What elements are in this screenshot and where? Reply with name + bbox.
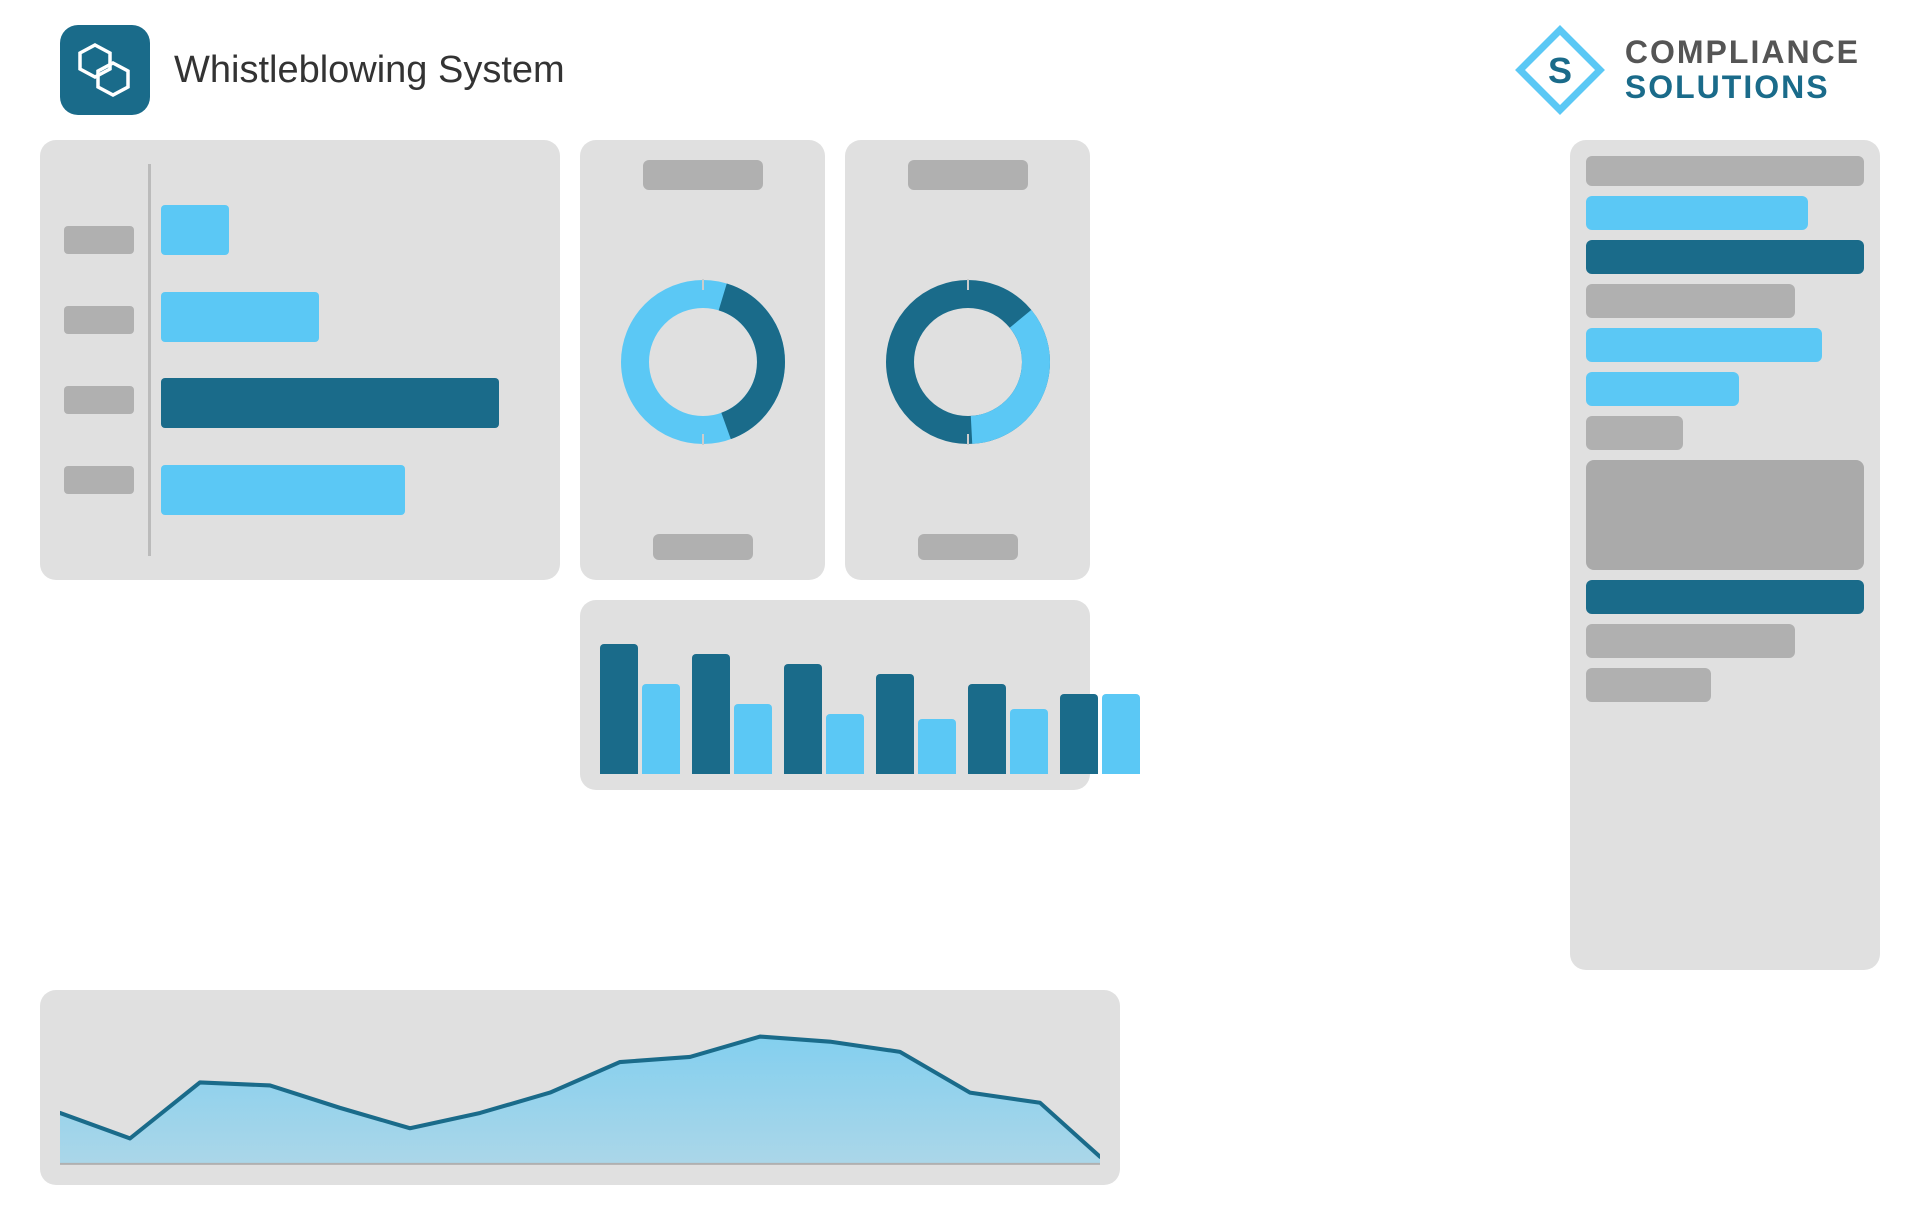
bar-row-3 bbox=[161, 373, 536, 433]
spacer bbox=[1110, 140, 1550, 970]
bar-label-3 bbox=[64, 386, 134, 414]
right-row-7 bbox=[1586, 580, 1864, 614]
group-2 bbox=[692, 654, 772, 774]
compliance-line1: COMPLIANCE bbox=[1625, 35, 1860, 70]
app-title: Whistleblowing System bbox=[174, 49, 565, 92]
bottom-row bbox=[40, 990, 1880, 1185]
right-row-4 bbox=[1586, 328, 1822, 362]
donut2-legend bbox=[918, 534, 1018, 560]
bar-chart-card bbox=[40, 140, 560, 580]
bar-label-1 bbox=[64, 226, 134, 254]
right-row-3 bbox=[1586, 284, 1795, 318]
right-big-gray bbox=[1586, 460, 1864, 570]
bar-label-2 bbox=[64, 306, 134, 334]
donut1-chart bbox=[600, 204, 805, 520]
group-3 bbox=[784, 664, 864, 774]
right-title bbox=[1586, 156, 1864, 186]
right-panel-card bbox=[1570, 140, 1880, 970]
donut1-legend bbox=[653, 534, 753, 560]
bar-row-1 bbox=[161, 200, 536, 260]
right-row-9 bbox=[1586, 668, 1711, 702]
app-logo-icon bbox=[60, 25, 150, 115]
group-5 bbox=[968, 684, 1048, 774]
donut2-title bbox=[908, 160, 1028, 190]
center-col bbox=[580, 140, 1090, 970]
donut-card-1 bbox=[580, 140, 825, 580]
bar-row-4 bbox=[161, 460, 536, 520]
line-chart-svg bbox=[60, 1006, 1100, 1169]
group-4 bbox=[876, 674, 956, 774]
compliance-line2: SOLUTIONS bbox=[1625, 70, 1860, 105]
grouped-bar-card bbox=[580, 600, 1090, 790]
donut-card-2 bbox=[845, 140, 1090, 580]
header-right: S COMPLIANCE SOLUTIONS bbox=[1515, 25, 1860, 115]
right-row-6 bbox=[1586, 416, 1683, 450]
right-row-5 bbox=[1586, 372, 1739, 406]
donut-row bbox=[580, 140, 1090, 580]
bar-row-2 bbox=[161, 287, 536, 347]
svg-text:S: S bbox=[1548, 50, 1572, 91]
line-chart-card bbox=[40, 990, 1120, 1185]
top-row bbox=[40, 140, 1880, 970]
bar-label-4 bbox=[64, 466, 134, 494]
main-content bbox=[0, 140, 1920, 1215]
header: Whistleblowing System S COMPLIANCE SOLUT… bbox=[0, 0, 1920, 140]
header-left: Whistleblowing System bbox=[60, 25, 565, 115]
right-row-1 bbox=[1586, 196, 1808, 230]
compliance-text: COMPLIANCE SOLUTIONS bbox=[1625, 35, 1860, 105]
donut2-chart bbox=[865, 204, 1070, 520]
donut1-title bbox=[643, 160, 763, 190]
right-row-2 bbox=[1586, 240, 1864, 274]
right-row-8 bbox=[1586, 624, 1795, 658]
group-1 bbox=[600, 644, 680, 774]
compliance-diamond-icon: S bbox=[1515, 25, 1605, 115]
